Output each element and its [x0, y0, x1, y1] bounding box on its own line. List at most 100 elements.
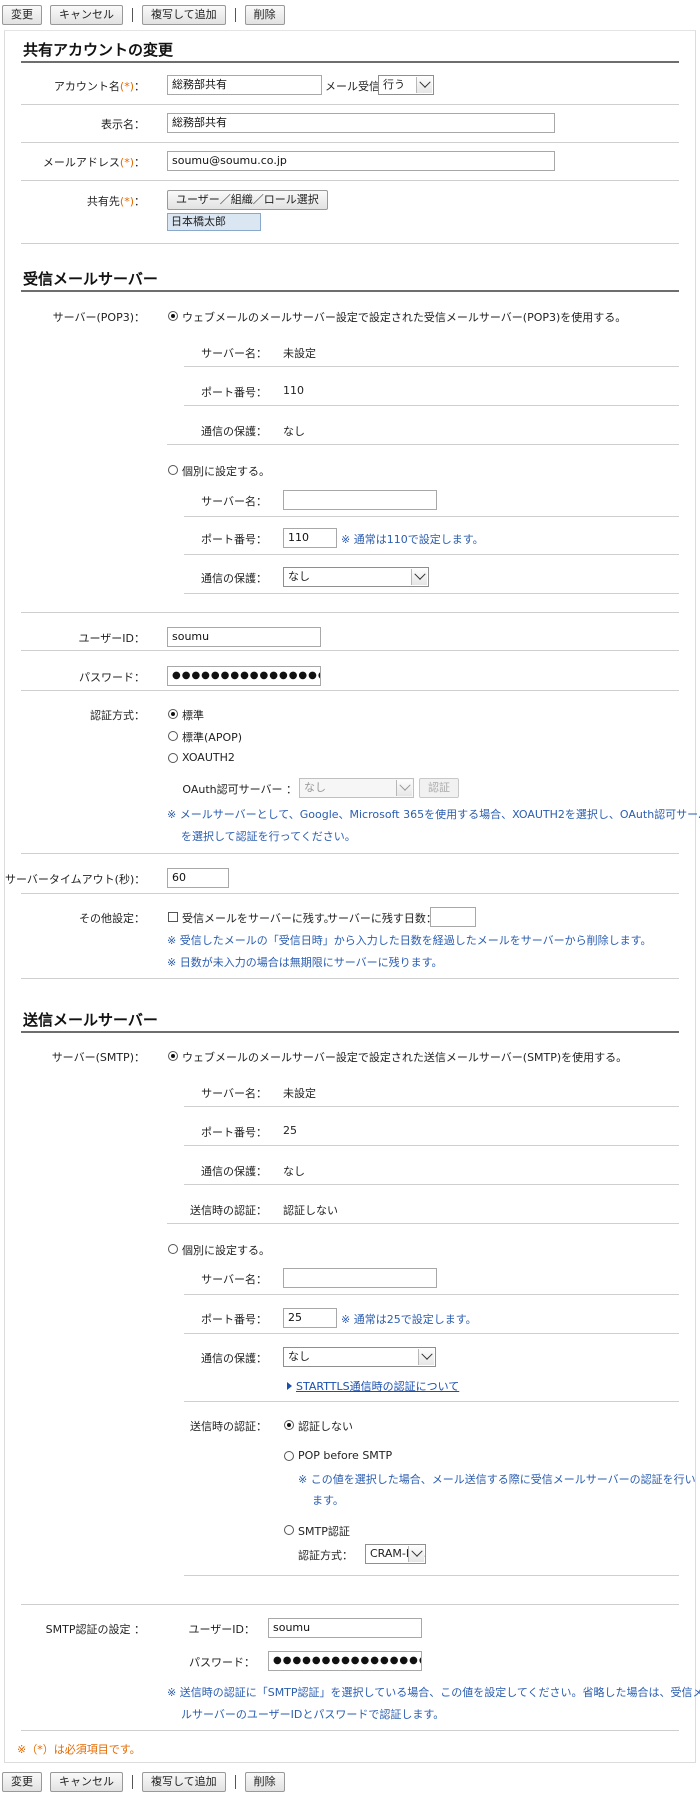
email-label: メールアドレス(*)： [42, 156, 145, 169]
toolbar-separator [132, 1775, 133, 1789]
smtp-def-port-value: 25 [283, 1124, 297, 1137]
smtp-note-line2: ルサーバーのユーザーIDとパスワードで認証します。 [181, 1708, 445, 1721]
smtp-auth-smtp-radio[interactable] [284, 1525, 294, 1535]
smtp-auth-pop-label: POP before SMTP [298, 1449, 393, 1462]
oauth-auth-button[interactable]: 認証 [419, 778, 459, 798]
chevron-down-icon [418, 1349, 434, 1365]
display-name-label: 表示名： [101, 118, 145, 131]
smtp-def-server-name-label: サーバー名： [201, 1087, 267, 1100]
pop3-server-label: サーバー(POP3)： [52, 311, 145, 324]
pop3-default-label: ウェブメールのメールサーバー設定で設定された受信メールサーバー(POP3)を使用… [182, 311, 627, 324]
pop3-individual-radio[interactable] [168, 465, 178, 475]
pop3-port-note: ※ 通常は110で設定します。 [341, 533, 484, 546]
smtp-auth-none-label: 認証しない [298, 1420, 353, 1433]
chevron-down-icon [411, 569, 427, 585]
smtp-def-auth-value: 認証しない [283, 1204, 338, 1217]
smtp-ind-server-label: サーバー名： [201, 1273, 267, 1286]
user-id-input[interactable]: soumu [167, 627, 321, 647]
smtp-user-id-label: ユーザーID： [188, 1623, 256, 1636]
display-name-input[interactable]: 総務部共有 [167, 113, 555, 133]
smtp-port-note: ※ 通常は25で設定します。 [341, 1313, 477, 1326]
oauth-server-label: OAuth認可サーバー ： [182, 783, 297, 796]
smtp-password-label: パスワード： [189, 1656, 255, 1669]
pop3-individual-label: 個別に設定する。 [182, 465, 270, 478]
top-toolbar: 変更 キャンセル 複写して追加 削除 [0, 0, 700, 30]
copy-add-button-bottom[interactable]: 複写して追加 [142, 1772, 226, 1792]
pop3-ind-secure-label: 通信の保護： [201, 572, 267, 585]
smtp-def-secure-label: 通信の保護： [201, 1165, 267, 1178]
password-input[interactable]: ●●●●●●●●●●●●●●●● [167, 666, 321, 686]
change-button-bottom[interactable]: 変更 [2, 1772, 42, 1792]
oauth-server-select[interactable]: なし [299, 778, 414, 798]
smtp-ind-port-input[interactable]: 25 [283, 1308, 337, 1328]
change-button[interactable]: 変更 [2, 5, 42, 25]
smtp-def-port-label: ポート番号： [201, 1126, 267, 1139]
toolbar-separator [234, 1775, 236, 1789]
keep-mail-checkbox[interactable] [168, 912, 178, 922]
keep-note-line1: ※ 受信したメールの「受信日時」から入力した日数を経過したメールをサーバーから削… [167, 934, 652, 947]
pop3-def-secure-label: 通信の保護： [201, 425, 267, 438]
pop3-def-port-label: ポート番号： [201, 386, 267, 399]
keep-mail-label: 受信メールをサーバーに残す。 [182, 912, 335, 925]
copy-add-button[interactable]: 複写して追加 [142, 5, 226, 25]
expand-triangle-icon [287, 1382, 292, 1390]
account-name-label: アカウント名(*)： [53, 80, 145, 93]
pop3-ind-port-label: ポート番号： [201, 533, 267, 546]
smtp-ind-server-input[interactable] [283, 1268, 437, 1288]
pop3-default-radio[interactable] [168, 311, 178, 321]
delete-button-bottom[interactable]: 削除 [244, 1772, 285, 1792]
pop3-def-server-name-label: サーバー名： [201, 347, 267, 360]
timeout-input[interactable]: 60 [167, 868, 229, 888]
auth-apop-radio[interactable] [168, 731, 178, 741]
smtp-auth-pop-note-line1: ※ この値を選択した場合、メール送信する際に受信メールサーバーの認証を行い [298, 1473, 696, 1486]
auth-standard-label: 標準 [182, 709, 204, 722]
auth-method-label: 認証方式： [90, 709, 145, 722]
section-title-incoming: 受信メールサーバー [23, 270, 158, 288]
cancel-button[interactable]: キャンセル [50, 5, 123, 25]
pop3-ind-server-label: サーバー名： [201, 495, 267, 508]
section-title-account: 共有アカウントの変更 [23, 41, 174, 59]
pop3-ind-server-input[interactable] [283, 490, 437, 510]
smtp-password-input[interactable]: ●●●●●●●●●●●●●●●● [268, 1651, 422, 1671]
required-note: ※（*）は必須項目です。 [17, 1743, 141, 1756]
smtp-user-id-input[interactable]: soumu [268, 1618, 422, 1638]
smtp-individual-radio[interactable] [168, 1244, 178, 1254]
timeout-label: サーバータイムアウト(秒)： [5, 873, 146, 886]
share-select-button[interactable]: ユーザー／組織／ロール選択 [167, 190, 328, 210]
email-input[interactable]: soumu@soumu.co.jp [167, 151, 555, 171]
section-title-outgoing: 送信メールサーバー [23, 1011, 158, 1029]
starttls-auth-link[interactable]: STARTTLS通信時の認証について [296, 1378, 459, 1394]
chevron-down-icon [416, 77, 432, 93]
smtp-ind-secure-select[interactable]: なし [283, 1347, 436, 1367]
smtp-auth-pop-note-line2: ます。 [312, 1494, 344, 1507]
smtp-default-radio[interactable] [168, 1051, 178, 1061]
smtp-def-server-name-value: 未設定 [283, 1087, 316, 1100]
account-name-input[interactable]: 総務部共有 [167, 75, 322, 95]
auth-standard-radio[interactable] [168, 709, 178, 719]
smtp-def-secure-value: なし [283, 1165, 305, 1178]
smtp-server-label: サーバー(SMTP)： [51, 1051, 145, 1064]
cancel-button-bottom[interactable]: キャンセル [50, 1772, 123, 1792]
auth-xoauth-radio[interactable] [168, 753, 178, 763]
oauth-note-line1: ※ メールサーバーとして、Google、Microsoft 365を使用する場合… [167, 808, 700, 821]
keep-days-input[interactable] [430, 907, 476, 927]
keep-note-line2: ※ 日数が未入力の場合は無期限にサーバーに残ります。 [167, 956, 443, 969]
toolbar-separator [234, 8, 236, 22]
auth-xoauth-label: XOAUTH2 [182, 751, 235, 764]
smtp-def-auth-label: 送信時の認証： [190, 1204, 267, 1217]
mail-receive-select[interactable]: 行う [378, 75, 434, 95]
pop3-ind-port-input[interactable]: 110 [283, 528, 337, 548]
delete-button[interactable]: 削除 [244, 5, 285, 25]
share-label: 共有先(*)： [86, 195, 145, 208]
share-selected-tag[interactable]: 日本橋太郎 [167, 213, 261, 231]
smtp-auth-method-label: 認証方式： [298, 1549, 353, 1562]
smtp-ind-secure-label: 通信の保護： [201, 1352, 267, 1365]
smtp-auth-none-radio[interactable] [284, 1420, 294, 1430]
user-id-label: ユーザーID： [78, 632, 146, 645]
bottom-toolbar: 変更 キャンセル 複写して追加 削除 [0, 1763, 700, 1801]
smtp-auth-pop-radio[interactable] [284, 1451, 294, 1461]
smtp-auth-smtp-label: SMTP認証 [298, 1525, 350, 1538]
pop3-ind-secure-select[interactable]: なし [283, 567, 429, 587]
smtp-auth-method-select[interactable]: CRAM-MD5 [365, 1544, 426, 1564]
auth-apop-label: 標準(APOP) [182, 731, 243, 744]
